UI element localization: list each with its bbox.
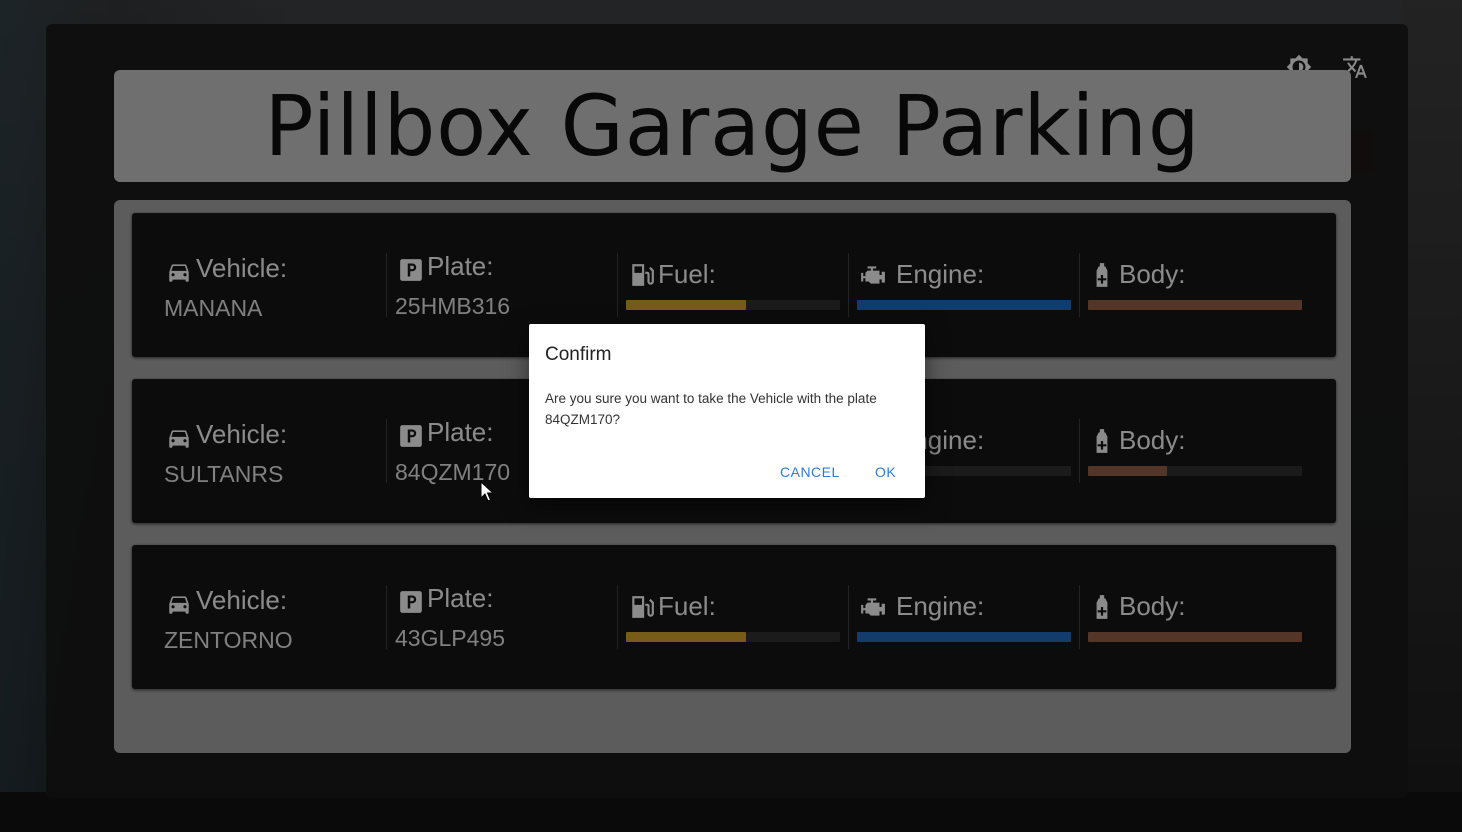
mouse-cursor-icon <box>480 481 495 502</box>
dialog-message: Are you sure you want to take the Vehicl… <box>545 391 877 427</box>
confirm-dialog: Confirm Are you sure you want to take th… <box>529 324 925 498</box>
cancel-button[interactable]: CANCEL <box>780 464 840 480</box>
ok-button[interactable]: OK <box>875 464 896 480</box>
dialog-title: Confirm <box>545 344 612 365</box>
